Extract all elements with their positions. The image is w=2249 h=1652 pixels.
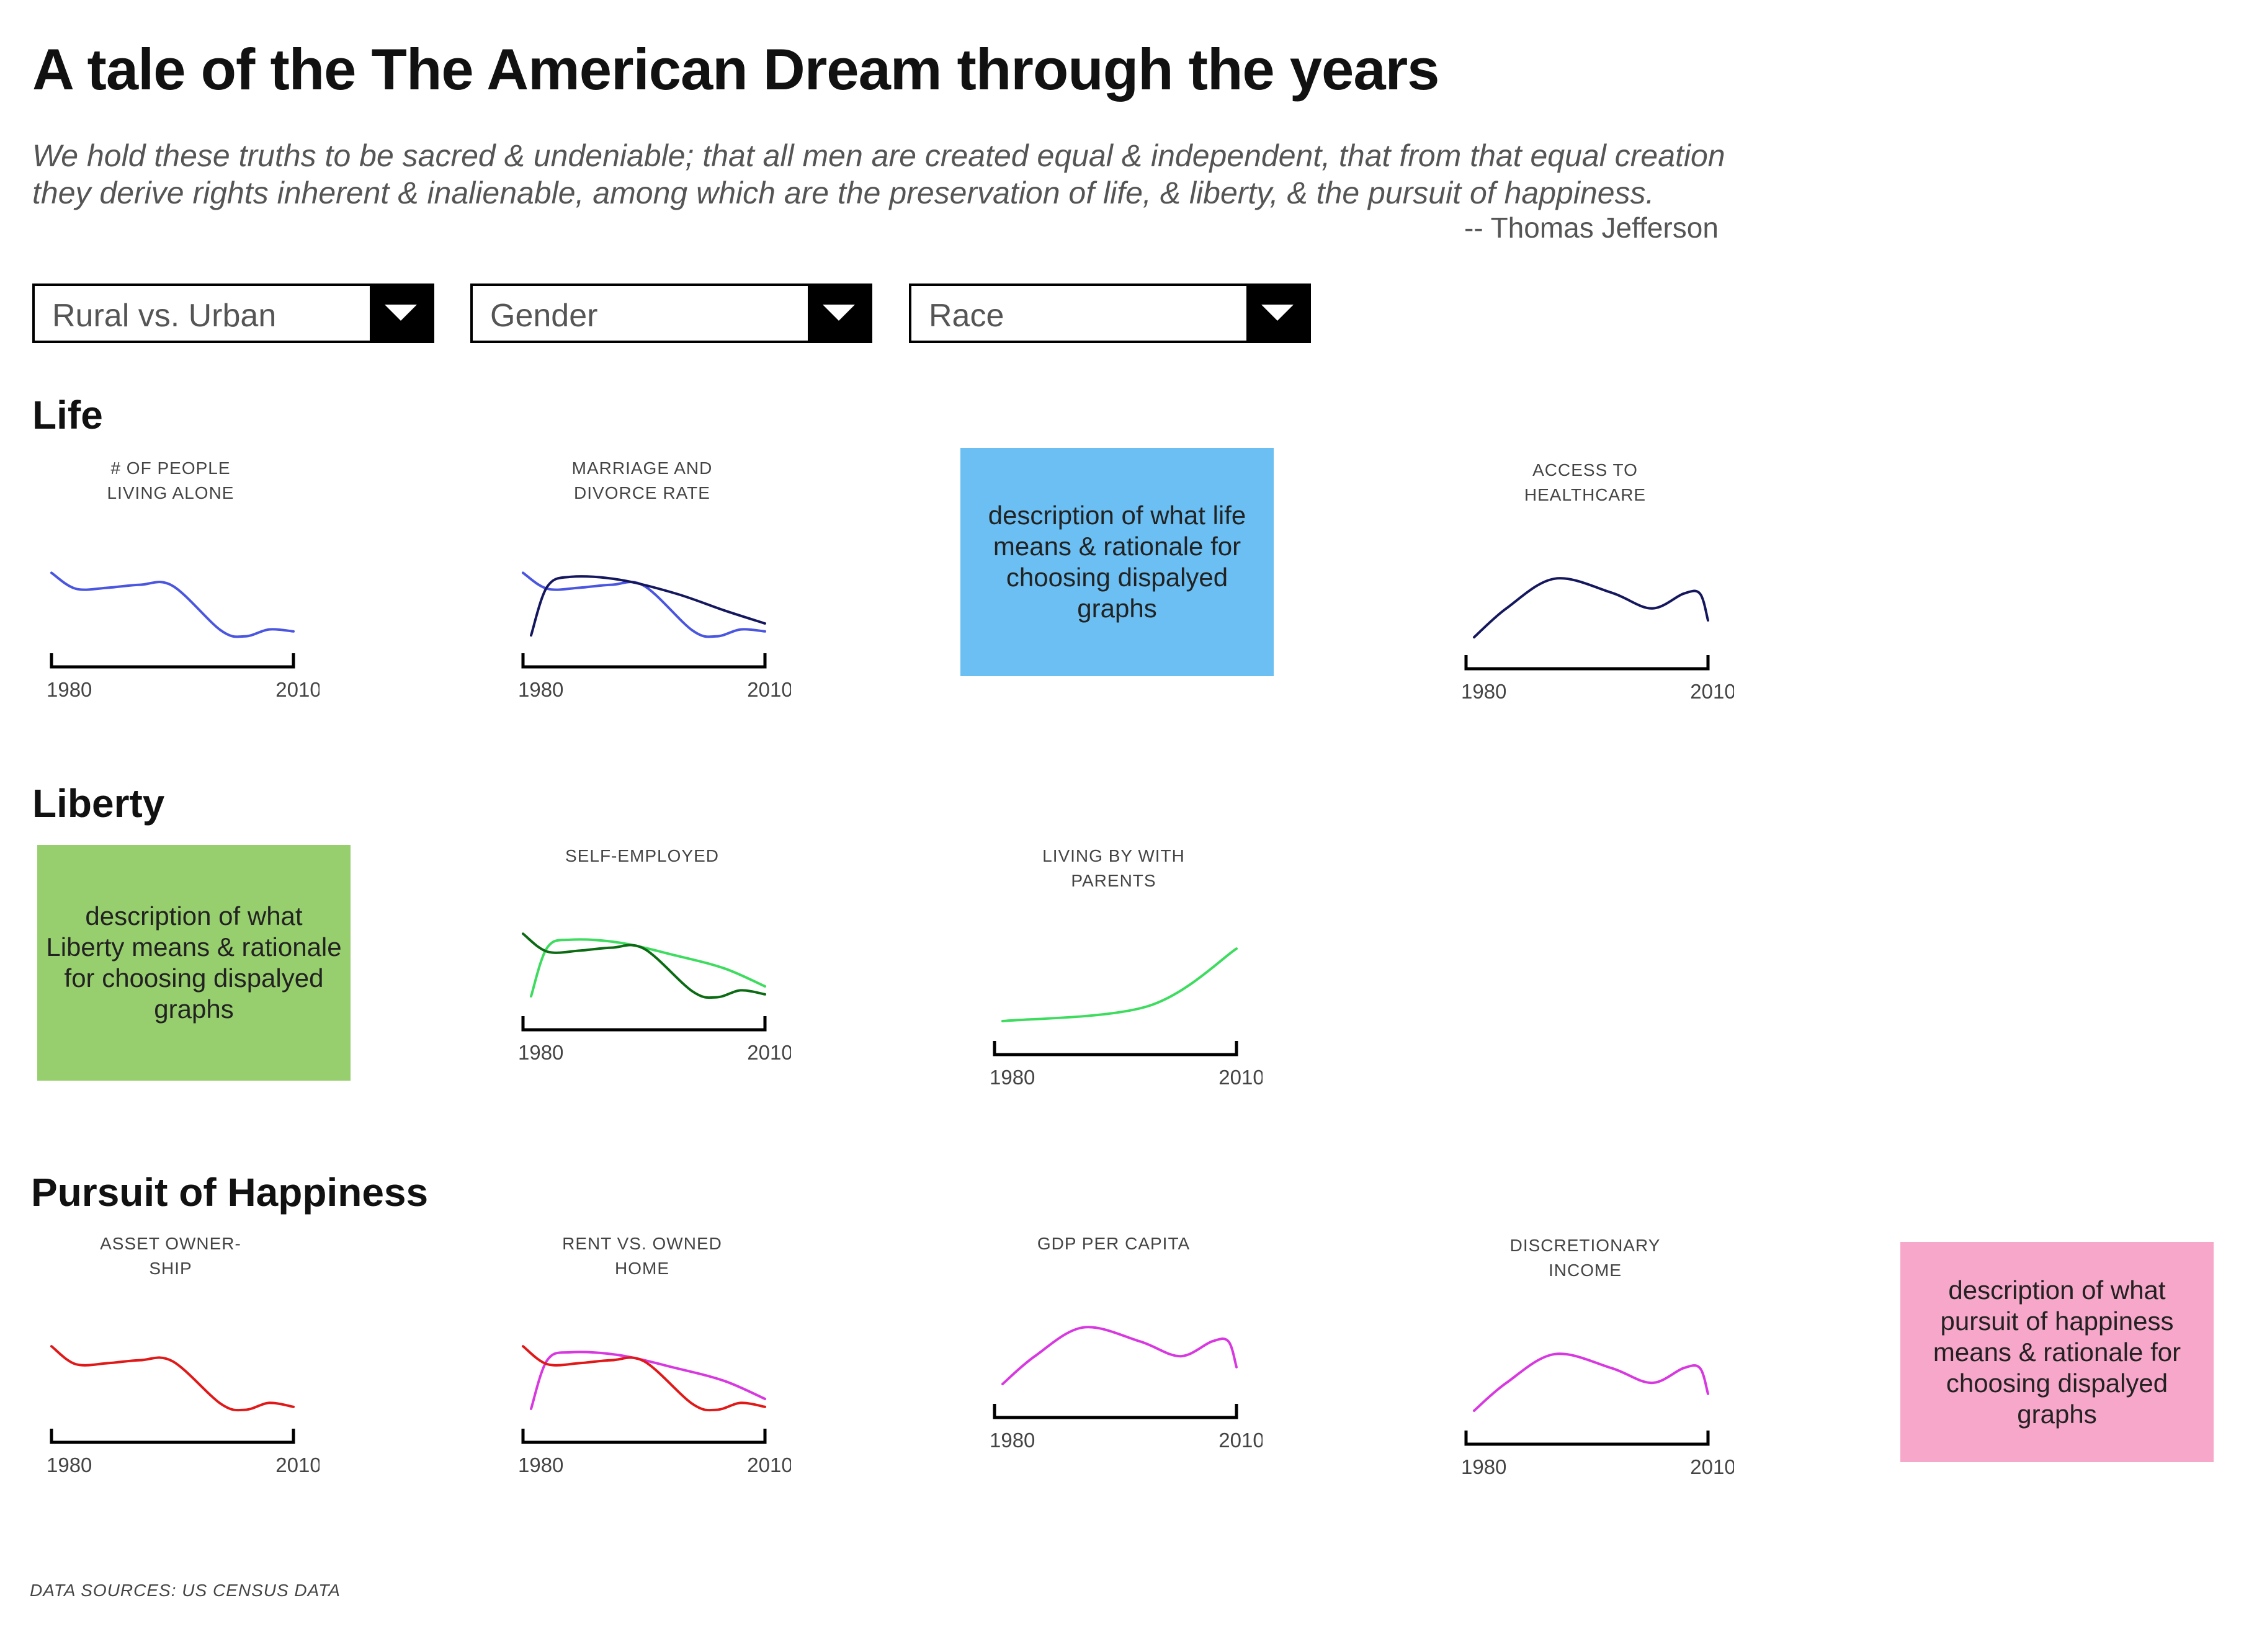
quote-line-2: they derive rights inherent & inalienabl… — [32, 176, 1655, 210]
x-tick-label-start: 1980 — [1461, 1455, 1506, 1478]
section-title-life: Life — [32, 393, 103, 437]
x-tick-label-end: 2010 — [1218, 1429, 1263, 1452]
x-tick-label-start: 1980 — [47, 1453, 92, 1476]
line-chart: 1980 2010 — [518, 1345, 793, 1476]
x-tick-label-start: 1980 — [990, 1066, 1035, 1089]
data-sources: DATA SOURCES: US CENSUS DATA — [30, 1581, 341, 1600]
x-axis — [521, 653, 767, 669]
line-chart: 1980 2010 — [518, 571, 793, 701]
chart-title: ASSET OWNER- SHIP — [100, 1234, 241, 1278]
x-axis — [521, 1016, 767, 1032]
dropdown-label: Rural vs. Urban — [52, 298, 277, 334]
line-chart: 1980 2010 — [47, 571, 321, 701]
chart-title: ACCESS TO HEALTHCARE — [1524, 460, 1647, 504]
section-title-pursuit-of-happiness: Pursuit of Happiness — [31, 1170, 429, 1215]
line-chart: 1980 2010 — [990, 1326, 1264, 1452]
chart-title: GDP PER CAPITA — [1037, 1234, 1191, 1253]
x-axis — [50, 1429, 295, 1444]
series-line-1 — [530, 938, 766, 998]
x-tick-label-end: 2010 — [747, 678, 791, 701]
x-tick-label-start: 1980 — [1461, 680, 1506, 703]
x-tick-label-start: 1980 — [518, 1453, 563, 1476]
filter-race-dropdown[interactable]: Race — [909, 284, 1311, 343]
chart-gdp-per-capita: GDP PER CAPITA 1980 2010 — [990, 1231, 1264, 1458]
x-tick-label-end: 2010 — [747, 1453, 791, 1476]
quote-attribution: -- Thomas Jefferson — [1464, 212, 1719, 244]
x-axis — [50, 653, 295, 669]
line-chart: 1980 2010 — [1461, 1352, 1736, 1478]
chart-title: LIVING BY WITH PARENTS — [1042, 846, 1185, 890]
chart-self-employed: SELF-EMPLOYED 1980 2010 — [518, 844, 793, 1070]
line-chart: 1980 2010 — [1461, 577, 1736, 703]
chart-rent-vs-owned: RENT VS. OWNED HOME 1980 2010 — [518, 1231, 793, 1483]
liberty-description-box: description of what Liberty means & rati… — [37, 845, 351, 1081]
series-line-2 — [530, 575, 766, 637]
x-tick-label-start: 1980 — [990, 1429, 1035, 1452]
x-tick-label-end: 2010 — [275, 1453, 320, 1476]
x-axis — [1464, 655, 1710, 671]
series-line-1 — [1001, 947, 1238, 1022]
chart-title: RENT VS. OWNED HOME — [562, 1234, 722, 1278]
series-line-1 — [1473, 577, 1709, 639]
chart-title: # OF PEOPLE LIVING ALONE — [107, 458, 235, 502]
x-tick-label-start: 1980 — [518, 1041, 563, 1064]
series-line-1 — [530, 1351, 766, 1410]
chart-living-with-parents: LIVING BY WITH PARENTS 1980 2010 — [990, 844, 1264, 1095]
chart-title: DISCRETIONARY INCOME — [1509, 1236, 1661, 1280]
chevron-down-icon[interactable] — [808, 286, 870, 341]
chevron-down-icon[interactable] — [1246, 286, 1308, 341]
x-tick-label-end: 2010 — [275, 678, 320, 701]
x-axis — [993, 1041, 1238, 1056]
x-axis — [1464, 1431, 1710, 1446]
section-title-liberty: Liberty — [32, 781, 165, 826]
x-tick-label-start: 1980 — [518, 678, 563, 701]
page-title: A tale of the The American Dream through… — [32, 37, 1439, 102]
series-line-2 — [522, 932, 766, 999]
series-line-1 — [522, 571, 766, 638]
line-chart: 1980 2010 — [990, 947, 1264, 1089]
dropdown-label: Gender — [490, 298, 598, 334]
x-tick-label-end: 2010 — [1690, 1455, 1734, 1478]
happiness-description-box: description of what pursuit of happiness… — [1900, 1242, 2214, 1462]
dropdown-label: Race — [929, 298, 1004, 334]
series-line-2 — [522, 1345, 766, 1412]
filter-rural-urban-dropdown[interactable]: Rural vs. Urban — [32, 284, 434, 343]
chevron-down-icon[interactable] — [370, 286, 432, 341]
line-chart: 1980 2010 — [47, 1345, 321, 1476]
x-tick-label-start: 1980 — [47, 678, 92, 701]
filter-gender-dropdown[interactable]: Gender — [470, 284, 872, 343]
chart-healthcare: ACCESS TO HEALTHCARE 1980 2010 — [1461, 458, 1736, 709]
quote-line-1: We hold these truths to be sacred & unde… — [32, 138, 1725, 173]
x-axis — [521, 1429, 767, 1444]
x-axis — [993, 1404, 1238, 1419]
life-description-box: description of what life means & rationa… — [960, 448, 1274, 676]
chart-discretionary-income: DISCRETIONARY INCOME 1980 2010 — [1461, 1233, 1736, 1485]
chart-asset-ownership: ASSET OWNER- SHIP 1980 2010 — [47, 1231, 321, 1483]
chart-marriage-divorce: MARRIAGE AND DIVORCE RATE 1980 2010 — [518, 456, 793, 707]
series-line-1 — [1473, 1352, 1709, 1412]
x-tick-label-end: 2010 — [1218, 1066, 1263, 1089]
chart-title: SELF-EMPLOYED — [565, 846, 719, 865]
series-line-1 — [1001, 1326, 1238, 1385]
series-line-1 — [50, 1345, 295, 1412]
chart-living-alone: # OF PEOPLE LIVING ALONE 1980 2010 — [47, 456, 321, 707]
series-line-1 — [50, 571, 295, 638]
line-chart: 1980 2010 — [518, 932, 793, 1064]
x-tick-label-end: 2010 — [747, 1041, 791, 1064]
x-tick-label-end: 2010 — [1690, 680, 1734, 703]
chart-title: MARRIAGE AND DIVORCE RATE — [571, 458, 713, 502]
